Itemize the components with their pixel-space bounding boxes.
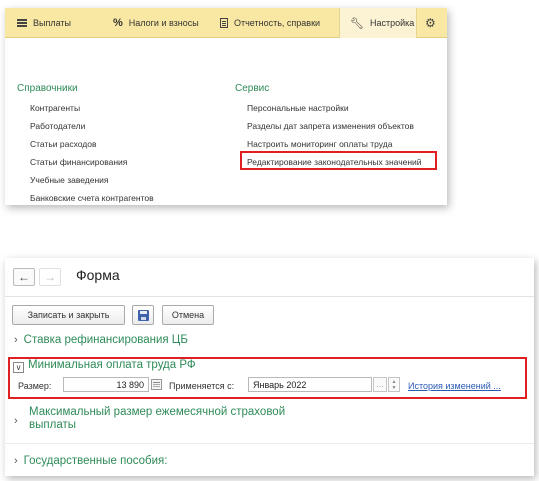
menu-panel: Выплаты % Налоги и взносы Отчетность, сп… (5, 8, 447, 205)
tab-payments[interactable]: Выплаты (17, 8, 71, 38)
tab-settings[interactable]: 🔧︎ Настройка (339, 8, 417, 38)
menu-link-counterparties[interactable]: Контрагенты (30, 103, 80, 113)
tab-settings-label: Настройка (369, 18, 415, 28)
section-state-benefits[interactable]: › Государственные пособия: (14, 455, 167, 467)
size-input[interactable]: 13 890 (63, 377, 149, 392)
menu-link-expense-items[interactable]: Статьи расходов (30, 139, 97, 149)
section-refinancing[interactable]: › Ставка рефинансирования ЦБ (14, 334, 188, 346)
calculator-icon[interactable] (151, 379, 162, 390)
tab-taxes-label: Налоги и взносы (128, 18, 199, 28)
chevron-down-icon: ∨ (15, 363, 22, 372)
save-button[interactable] (132, 305, 154, 325)
chevron-right-icon: › (14, 415, 18, 427)
forward-button[interactable]: → (39, 268, 61, 286)
menu-link-payroll-monitoring[interactable]: Настроить мониторинг оплаты труда (247, 139, 392, 149)
applies-from-input[interactable]: Январь 2022 (248, 377, 372, 392)
select-button[interactable]: … (373, 377, 387, 392)
menu-link-personal-settings[interactable]: Персональные настройки (247, 103, 349, 113)
cancel-button[interactable]: Отмена (162, 305, 214, 325)
hamburger-icon (17, 19, 27, 27)
section-max-monthly-line2: выплаты (29, 419, 76, 431)
back-button[interactable]: ← (13, 268, 35, 286)
menu-link-employers[interactable]: Работодатели (30, 121, 85, 131)
tab-taxes[interactable]: % Налоги и взносы (113, 8, 199, 38)
document-icon (220, 18, 228, 28)
applies-from-label: Применяется с: (169, 381, 235, 391)
page-title: Форма (76, 267, 120, 283)
percent-icon: % (113, 17, 123, 29)
header-divider (5, 296, 534, 297)
section-max-monthly-line1: Максимальный размер ежемесячной страхово… (29, 406, 286, 418)
menu-link-educational-institutions[interactable]: Учебные заведения (30, 175, 109, 185)
wrench-icon: 🔧︎ (350, 17, 364, 30)
history-link[interactable]: История изменений ... (408, 381, 501, 391)
spin-down-icon: ▼ (391, 384, 397, 391)
section-state-benefits-title: Государственные пособия: (23, 455, 168, 467)
section-min-wage-title[interactable]: Минимальная оплата труда РФ (28, 359, 196, 371)
section-divider (5, 443, 534, 444)
save-and-close-button[interactable]: Записать и закрыть (12, 305, 125, 325)
collapse-toggle[interactable]: ∨ (13, 362, 24, 373)
tab-reports[interactable]: Отчетность, справки (220, 8, 320, 38)
section-max-monthly[interactable]: › (14, 408, 24, 427)
tab-reports-label: Отчетность, справки (234, 18, 321, 28)
arrow-left-icon: ← (18, 270, 30, 284)
directories-title: Справочники (17, 83, 78, 94)
section-refinancing-title: Ставка рефинансирования ЦБ (23, 334, 188, 346)
chevron-right-icon: › (14, 334, 18, 346)
gear-icon[interactable]: ⚙ (425, 8, 436, 38)
chevron-right-icon: › (14, 455, 18, 467)
section-tab-bar: Выплаты % Налоги и взносы Отчетность, сп… (5, 8, 447, 38)
menu-link-funding-items[interactable]: Статьи финансирования (30, 157, 127, 167)
tab-payments-label: Выплаты (33, 18, 71, 28)
floppy-disk-icon (137, 309, 149, 321)
size-label: Размер: (18, 381, 52, 391)
period-spinner[interactable]: ▲ ▼ (388, 377, 400, 392)
highlight-frame-menu (240, 151, 437, 170)
menu-link-counterparty-bank-accounts[interactable]: Банковские счета контрагентов (30, 193, 154, 203)
form-panel: ← → Форма Записать и закрыть Отмена › Ста… (5, 258, 534, 476)
menu-link-edit-lock-dates[interactable]: Разделы дат запрета изменения объектов (247, 121, 414, 131)
service-title: Сервис (235, 83, 270, 94)
arrow-right-icon: → (44, 270, 56, 284)
